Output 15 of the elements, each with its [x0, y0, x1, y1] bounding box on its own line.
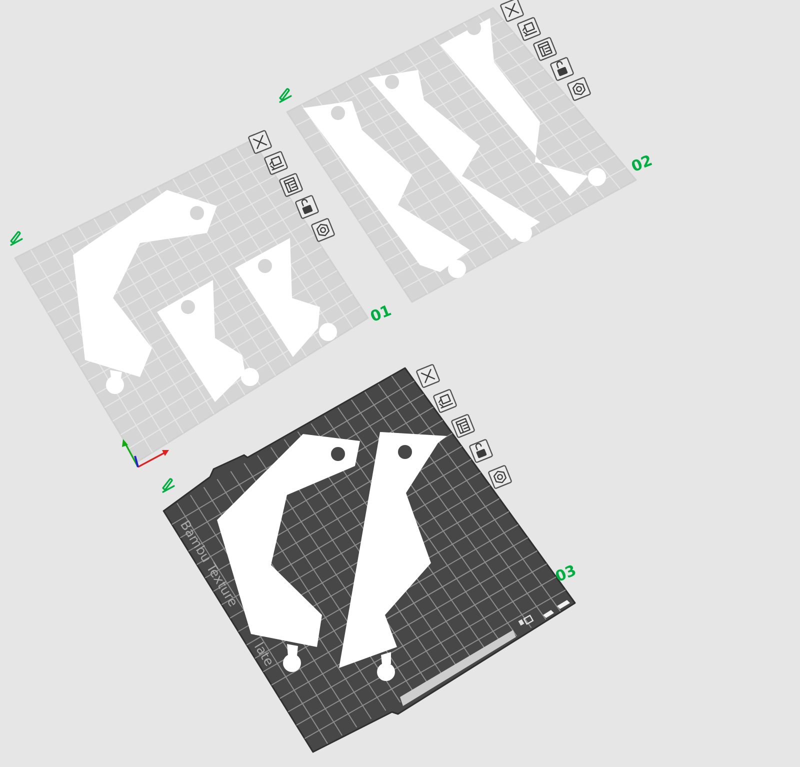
- close-icon[interactable]: [500, 0, 524, 22]
- plate-id-icon: [518, 614, 534, 626]
- corner-marker: [557, 600, 570, 609]
- arrange-icon[interactable]: [516, 16, 542, 42]
- arrange-icon[interactable]: [264, 150, 288, 176]
- plate-number: 02: [628, 151, 655, 176]
- unlocked-padlock-icon[interactable]: [550, 56, 574, 82]
- unlocked-padlock-icon[interactable]: [294, 194, 320, 220]
- settings-icon[interactable]: [566, 76, 592, 102]
- plate-number: 01: [368, 301, 394, 326]
- corner-marker: [543, 610, 554, 618]
- plate-number: 03: [552, 561, 579, 586]
- axes-icon: [122, 439, 169, 468]
- layout-icon[interactable]: [532, 36, 558, 62]
- layout-icon[interactable]: [278, 172, 304, 198]
